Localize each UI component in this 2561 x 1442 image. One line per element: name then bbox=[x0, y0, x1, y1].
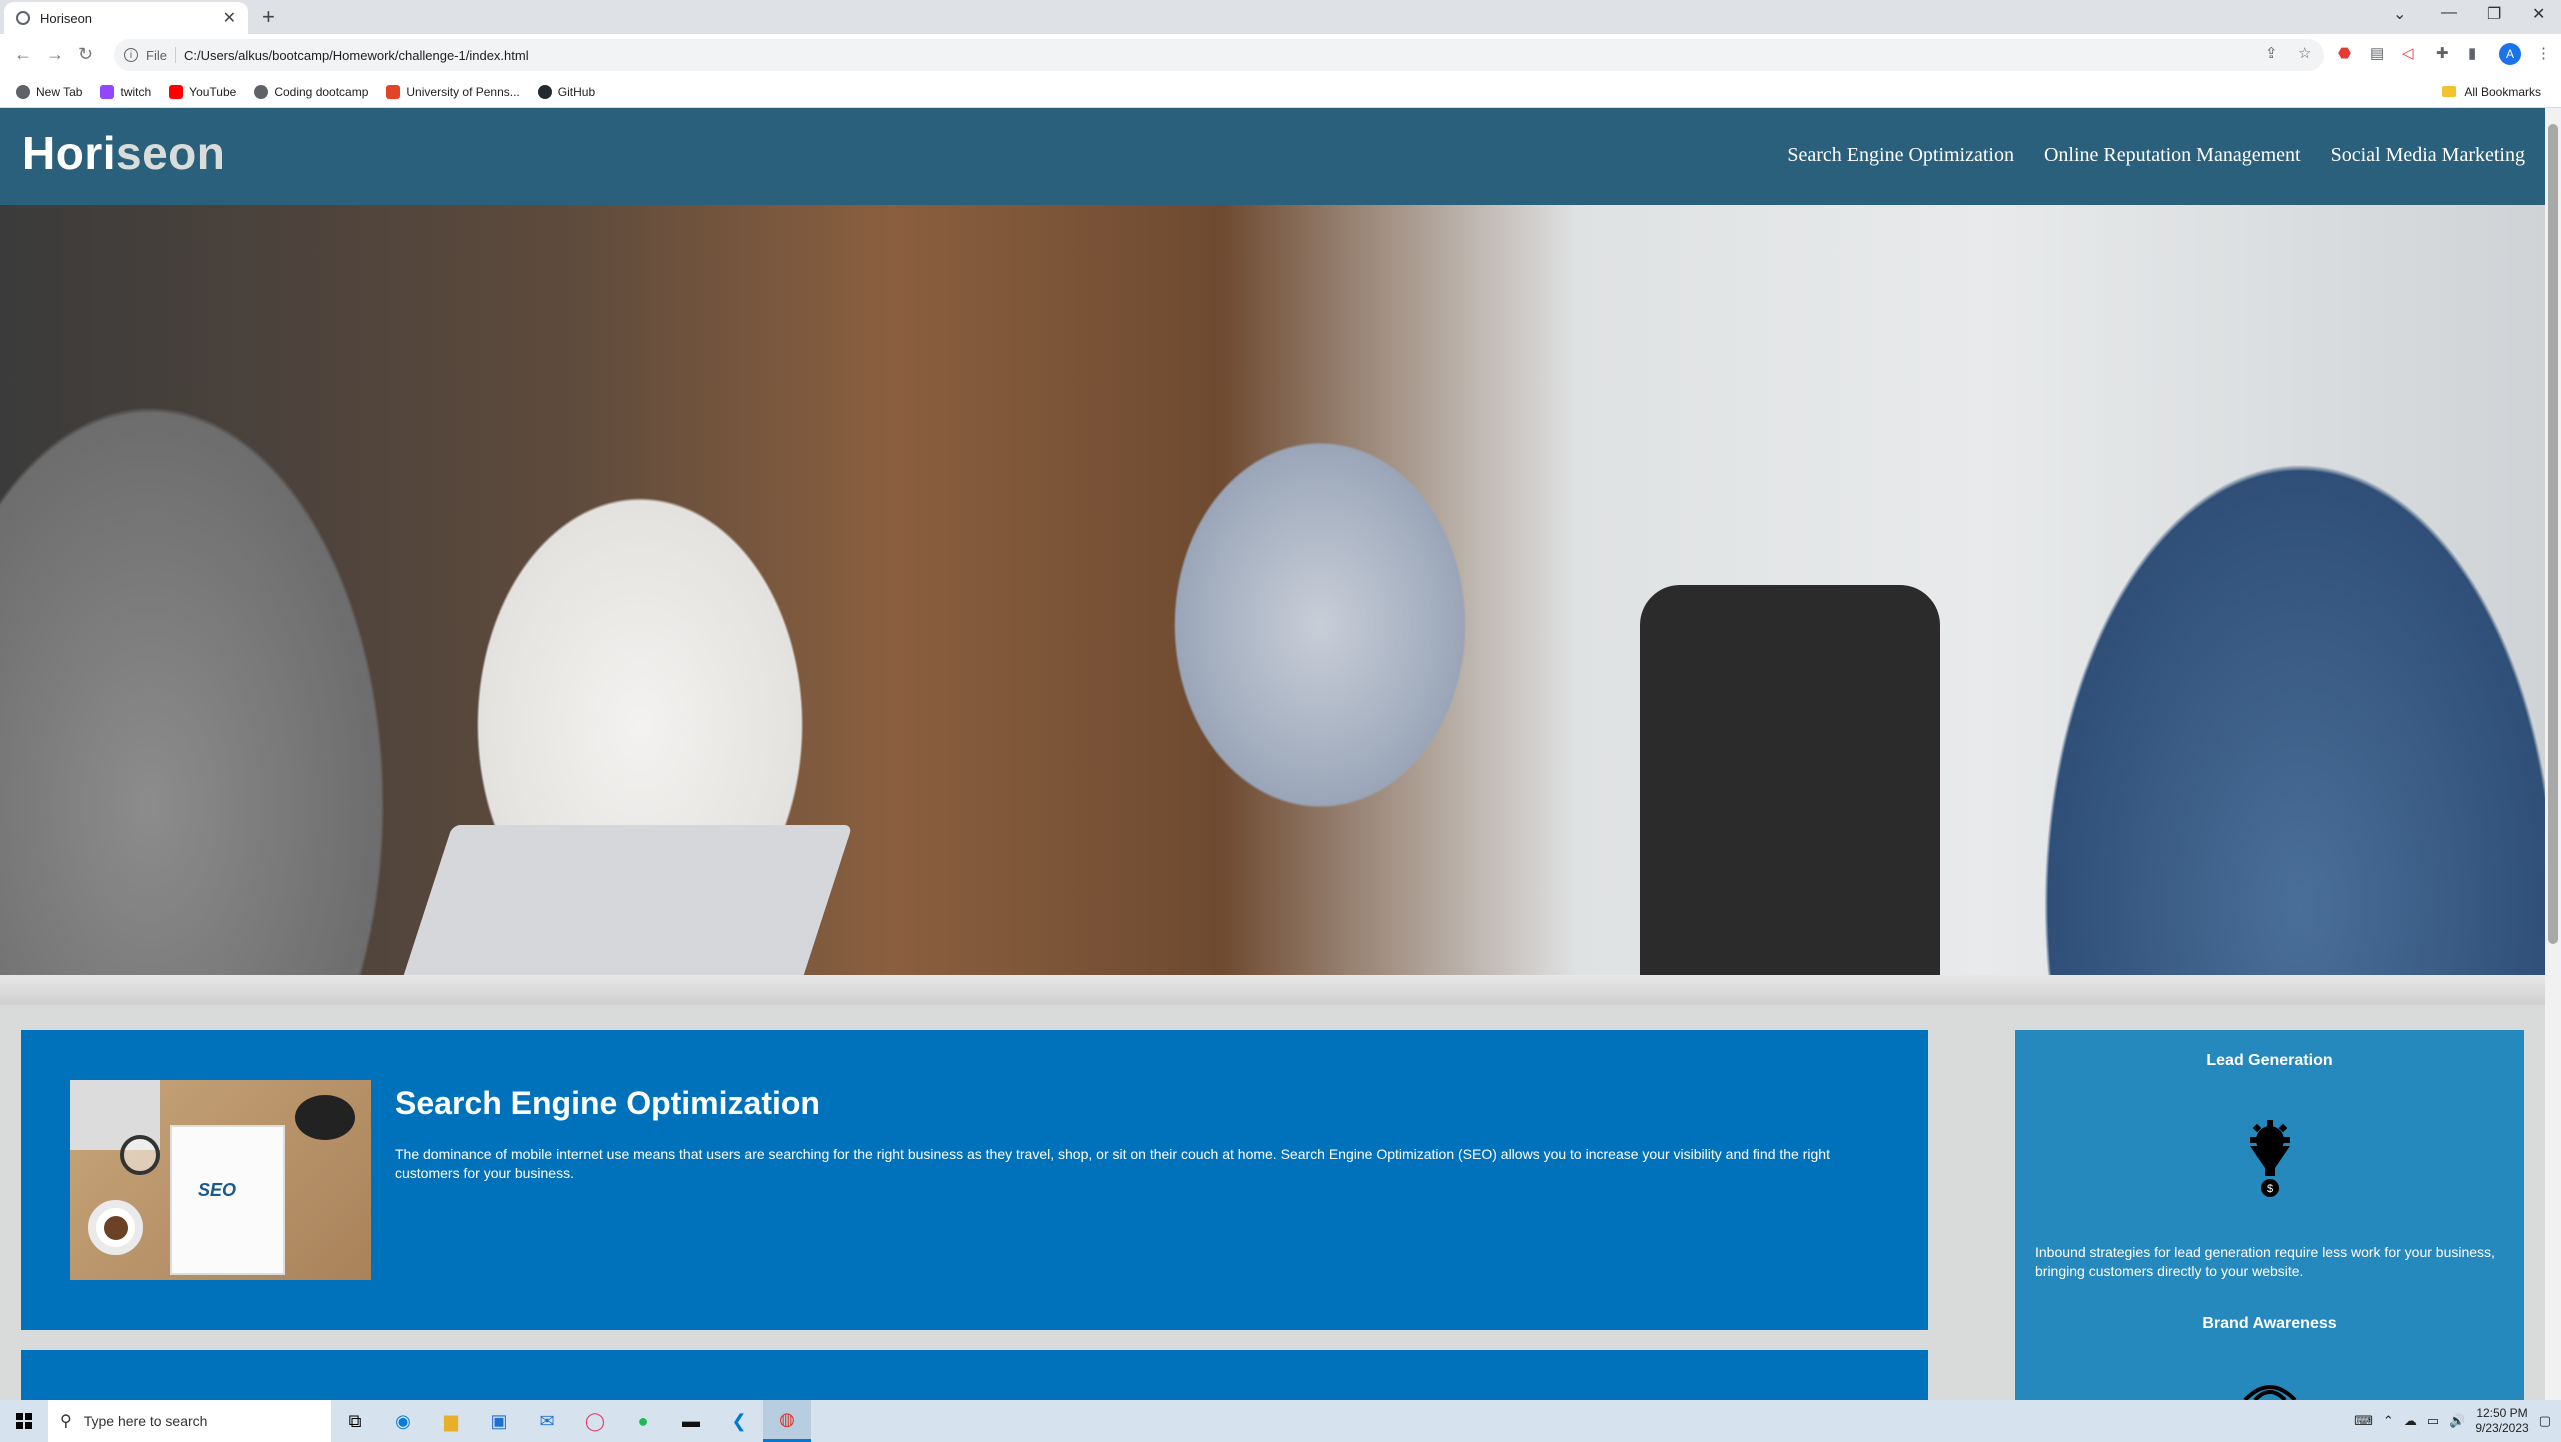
seo-title: Search Engine Optimization bbox=[395, 1085, 820, 1121]
address-bar[interactable]: i File C:/Users/alkus/bootcamp/Homework/… bbox=[114, 39, 2324, 71]
menu-icon[interactable]: ⋮ bbox=[2536, 44, 2551, 62]
folder-icon bbox=[2442, 86, 2457, 97]
new-tab-button[interactable]: + bbox=[262, 4, 275, 30]
url-scheme-label: File bbox=[146, 47, 167, 63]
back-icon[interactable]: ← bbox=[14, 44, 32, 65]
spotify-icon[interactable]: ● bbox=[619, 1400, 667, 1442]
seo-image: SEO bbox=[70, 1080, 371, 1280]
youtube-icon bbox=[169, 84, 184, 99]
url-text[interactable]: C:/Users/alkus/bootcamp/Homework/challen… bbox=[184, 48, 529, 63]
mail-icon[interactable]: ✉ bbox=[523, 1400, 571, 1442]
hero-table bbox=[0, 975, 2545, 1005]
edge-icon[interactable]: ◉ bbox=[379, 1400, 427, 1442]
profile-avatar[interactable]: A bbox=[2499, 43, 2521, 65]
brand-awareness-title: Brand Awareness bbox=[2202, 1315, 2337, 1332]
extension-icon[interactable]: ◁ bbox=[2402, 44, 2414, 62]
bookmark-item[interactable]: New Tab bbox=[16, 84, 82, 99]
scrollbar-thumb[interactable] bbox=[2548, 124, 2558, 944]
share-icon[interactable]: ⇪ bbox=[2265, 44, 2278, 62]
next-section bbox=[21, 1350, 1928, 1400]
network-icon[interactable]: ▭ bbox=[2427, 1413, 2439, 1429]
file-explorer-icon[interactable]: ▆ bbox=[427, 1400, 475, 1442]
vscode-icon[interactable]: ❮ bbox=[715, 1400, 763, 1442]
taskbar-search[interactable]: ⚲ Type here to search bbox=[48, 1400, 331, 1442]
brand-awareness-icon bbox=[2243, 1385, 2296, 1400]
tab-title: Horiseon bbox=[40, 10, 93, 26]
hero-chair bbox=[1640, 585, 1940, 1005]
site-logo[interactable]: Horiseon bbox=[22, 126, 225, 180]
volume-icon[interactable]: 🔊 bbox=[2449, 1413, 2465, 1429]
browser-tabstrip: Horiseon ✕ + ⌄ — ❐ ✕ bbox=[0, 0, 2561, 34]
seo-text: The dominance of mobile internet use mea… bbox=[395, 1146, 1830, 1181]
puzzle-icon[interactable]: ✚ bbox=[2436, 44, 2449, 62]
restore-icon[interactable]: ❐ bbox=[2487, 4, 2501, 24]
star-icon[interactable]: ☆ bbox=[2298, 44, 2311, 62]
close-tab-icon[interactable]: ✕ bbox=[223, 8, 236, 28]
chevron-up-icon[interactable]: ⌃ bbox=[2383, 1413, 2394, 1429]
github-icon bbox=[537, 84, 552, 99]
globe-icon bbox=[16, 11, 30, 25]
lead-generation-icon: $ bbox=[2249, 1120, 2290, 1197]
seo-section: SEO Search Engine Optimization The domin… bbox=[21, 1030, 1928, 1330]
seo-image-word: SEO bbox=[198, 1180, 237, 1200]
clock-date: 9/23/2023 bbox=[2475, 1421, 2529, 1435]
browser-tab[interactable]: Horiseon ✕ bbox=[4, 2, 248, 34]
system-tray: ⌨ ⌃ ☁ ▭ 🔊 12:50 PM 9/23/2023 ▢ bbox=[2354, 1400, 2561, 1442]
nav-link-reputation[interactable]: Online Reputation Management bbox=[2044, 144, 2301, 167]
twitch-icon bbox=[100, 84, 115, 99]
task-view-icon[interactable]: ⧉ bbox=[331, 1400, 379, 1442]
terminal-icon[interactable]: ▬ bbox=[667, 1400, 715, 1442]
hero-image bbox=[0, 205, 2545, 1005]
close-window-icon[interactable]: ✕ bbox=[2532, 4, 2545, 24]
site-header: Horiseon Search Engine Optimization Onli… bbox=[0, 108, 2545, 205]
windows-taskbar: ⚲ Type here to search ⧉ ◉ ▆ ▣ ✉ ◯ ● ▬ ❮ … bbox=[0, 1400, 2561, 1442]
start-button[interactable] bbox=[0, 1400, 48, 1442]
benefits-sidebar: Lead Generation $ Inbound strategies for… bbox=[2015, 1030, 2524, 1400]
globe-icon bbox=[254, 84, 269, 99]
tab-search-icon[interactable]: ⌄ bbox=[2393, 4, 2406, 24]
main-nav: Search Engine Optimization Online Reputa… bbox=[1787, 144, 2525, 167]
reload-icon[interactable]: ↻ bbox=[78, 44, 93, 65]
svg-text:$: $ bbox=[2266, 1183, 2272, 1195]
keyboard-icon[interactable]: ⌨ bbox=[2354, 1413, 2373, 1429]
divider bbox=[174, 47, 176, 63]
bookmark-item[interactable]: YouTube bbox=[169, 84, 236, 99]
lead-generation-title: Lead Generation bbox=[2206, 1052, 2333, 1069]
bookmark-item[interactable]: twitch bbox=[100, 84, 151, 99]
nav-link-seo[interactable]: Search Engine Optimization bbox=[1787, 144, 2014, 167]
chrome-icon[interactable]: ◍ bbox=[763, 1400, 811, 1442]
side-panel-icon[interactable]: ▮ bbox=[2468, 44, 2476, 62]
forward-icon[interactable]: → bbox=[46, 44, 64, 65]
notifications-icon[interactable]: ▢ bbox=[2539, 1413, 2551, 1429]
store-icon[interactable]: ▣ bbox=[475, 1400, 523, 1442]
bookmark-item[interactable]: GitHub bbox=[537, 84, 595, 99]
gitlab-icon bbox=[386, 84, 401, 99]
coffee-cup-graphic bbox=[88, 1200, 143, 1255]
pens-graphic bbox=[295, 1095, 355, 1140]
page-scrollbar[interactable] bbox=[2545, 108, 2561, 1400]
opera-icon[interactable]: ◯ bbox=[571, 1400, 619, 1442]
onedrive-icon[interactable]: ☁ bbox=[2404, 1413, 2417, 1429]
clock-time: 12:50 PM bbox=[2476, 1406, 2528, 1420]
search-icon: ⚲ bbox=[60, 1413, 72, 1430]
minimize-icon[interactable]: — bbox=[2441, 4, 2457, 22]
adblock-icon[interactable]: ⬣ bbox=[2338, 44, 2351, 62]
bookmarks-bar: New Tab twitch YouTube Coding dootcamp U… bbox=[0, 76, 2561, 108]
bookmark-item[interactable]: University of Penns... bbox=[386, 84, 520, 99]
browser-toolbar: ← → ↻ i File C:/Users/alkus/bootcamp/Hom… bbox=[0, 34, 2561, 76]
magnifier-graphic bbox=[120, 1135, 160, 1175]
taskbar-clock[interactable]: 12:50 PM 9/23/2023 bbox=[2475, 1406, 2528, 1436]
globe-icon bbox=[16, 84, 30, 99]
info-icon[interactable]: i bbox=[124, 48, 138, 62]
all-bookmarks[interactable]: All Bookmarks bbox=[2442, 85, 2541, 99]
windows-icon bbox=[16, 1413, 32, 1429]
lead-generation-text: Inbound strategies for lead generation r… bbox=[2035, 1244, 2495, 1279]
extension-icon[interactable]: ▤ bbox=[2370, 44, 2384, 62]
nav-link-social-media[interactable]: Social Media Marketing bbox=[2331, 144, 2525, 167]
bookmark-item[interactable]: Coding dootcamp bbox=[254, 84, 368, 99]
